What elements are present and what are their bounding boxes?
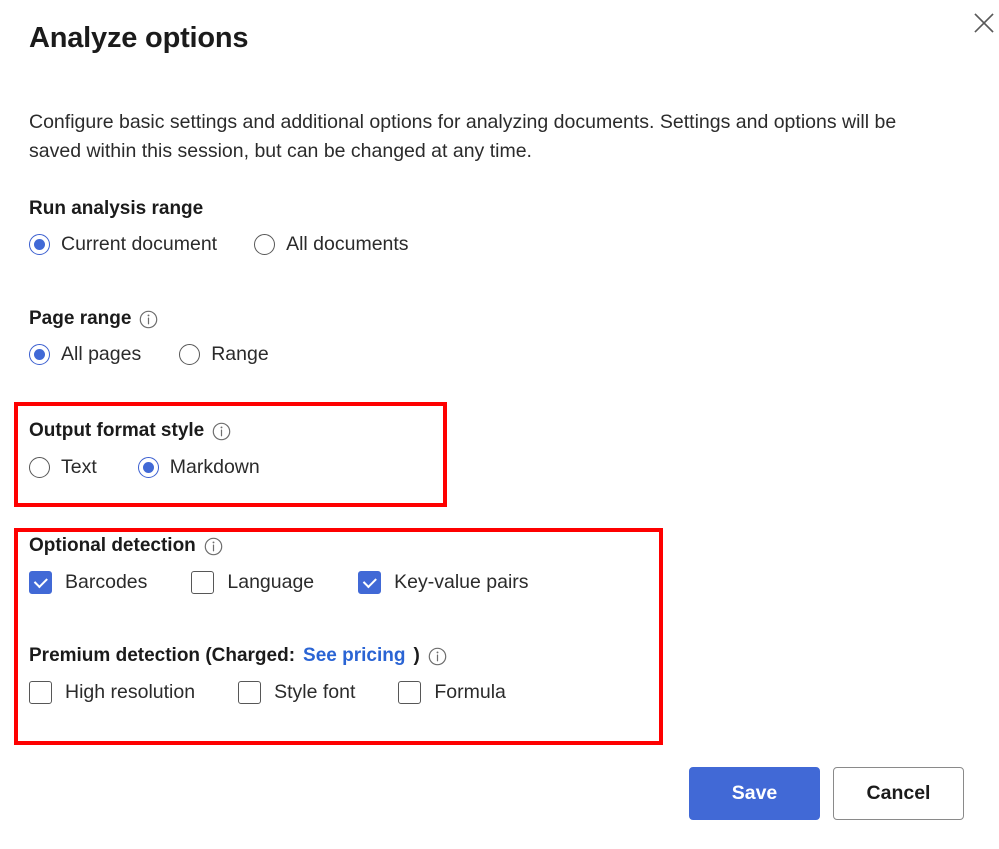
dialog-header: Analyze options [29, 22, 975, 55]
radio-label: All pages [61, 343, 141, 366]
radio-label: All documents [286, 233, 408, 256]
radio-label: Text [61, 456, 97, 479]
checkbox-indicator[interactable] [238, 681, 261, 704]
checkbox-group-premium-detection: High resolution Style font Formula [29, 681, 506, 704]
radio-text[interactable]: Text [29, 456, 97, 479]
info-icon[interactable] [428, 647, 447, 666]
checkbox-indicator[interactable] [191, 571, 214, 594]
premium-label-prefix: Premium detection (Charged: [29, 645, 295, 667]
checkbox-label: Barcodes [65, 571, 147, 594]
section-page-range: Page range All pages Range [29, 308, 269, 366]
radio-range[interactable]: Range [179, 343, 268, 366]
checkbox-indicator[interactable] [29, 571, 52, 594]
checkbox-group-optional-detection: Barcodes Language Key-value pairs [29, 571, 529, 594]
radio-indicator[interactable] [179, 344, 200, 365]
checkbox-label: Language [227, 571, 314, 594]
analyze-options-dialog: Analyze options Configure basic settings… [0, 0, 999, 849]
radio-indicator[interactable] [29, 344, 50, 365]
section-label-premium-detection: Premium detection (Charged: See pricing) [29, 645, 506, 667]
save-button[interactable]: Save [689, 767, 820, 820]
radio-label: Markdown [170, 456, 260, 479]
page-title: Analyze options [29, 22, 248, 55]
checkbox-label: Key-value pairs [394, 571, 528, 594]
dialog-description: Configure basic settings and additional … [29, 108, 929, 166]
checkbox-label: Formula [434, 681, 506, 704]
section-label-text: Output format style [29, 420, 204, 442]
radio-label: Range [211, 343, 268, 366]
checkbox-key-value-pairs[interactable]: Key-value pairs [358, 571, 528, 594]
checkbox-label: High resolution [65, 681, 195, 704]
info-icon[interactable] [139, 310, 158, 329]
checkbox-barcodes[interactable]: Barcodes [29, 571, 147, 594]
checkbox-formula[interactable]: Formula [398, 681, 506, 704]
section-label-text: Page range [29, 308, 131, 330]
section-label-output-format-style: Output format style [29, 420, 260, 442]
radio-indicator[interactable] [138, 457, 159, 478]
radio-indicator[interactable] [29, 234, 50, 255]
radio-all-pages[interactable]: All pages [29, 343, 141, 366]
section-optional-detection: Optional detection Barcodes Language Ke [29, 535, 529, 594]
radio-indicator[interactable] [254, 234, 275, 255]
radio-group-run-analysis-range: Current document All documents [29, 233, 409, 256]
section-output-format-style: Output format style Text Markdown [29, 420, 260, 479]
checkbox-indicator[interactable] [398, 681, 421, 704]
radio-group-page-range: All pages Range [29, 343, 269, 366]
info-icon[interactable] [204, 537, 223, 556]
dialog-footer: Save Cancel [689, 767, 964, 820]
checkbox-high-resolution[interactable]: High resolution [29, 681, 195, 704]
section-run-analysis-range: Run analysis range Current document All … [29, 198, 409, 256]
section-label-text: Optional detection [29, 535, 196, 557]
section-label-page-range: Page range [29, 308, 269, 330]
radio-group-output-format-style: Text Markdown [29, 456, 260, 479]
radio-label: Current document [61, 233, 217, 256]
section-label-text: Run analysis range [29, 198, 203, 220]
cancel-button[interactable]: Cancel [833, 767, 964, 820]
checkbox-label: Style font [274, 681, 355, 704]
see-pricing-link[interactable]: See pricing [303, 645, 405, 667]
info-icon[interactable] [212, 422, 231, 441]
section-premium-detection: Premium detection (Charged: See pricing)… [29, 645, 506, 704]
checkbox-indicator[interactable] [358, 571, 381, 594]
section-label-run-analysis-range: Run analysis range [29, 198, 409, 220]
close-button[interactable] [967, 6, 999, 40]
checkbox-indicator[interactable] [29, 681, 52, 704]
radio-current-document[interactable]: Current document [29, 233, 217, 256]
checkbox-style-font[interactable]: Style font [238, 681, 355, 704]
radio-markdown[interactable]: Markdown [138, 456, 260, 479]
section-label-optional-detection: Optional detection [29, 535, 529, 557]
close-icon [973, 12, 995, 34]
radio-all-documents[interactable]: All documents [254, 233, 408, 256]
checkbox-language[interactable]: Language [191, 571, 314, 594]
premium-label-suffix: ) [413, 645, 419, 667]
radio-indicator[interactable] [29, 457, 50, 478]
